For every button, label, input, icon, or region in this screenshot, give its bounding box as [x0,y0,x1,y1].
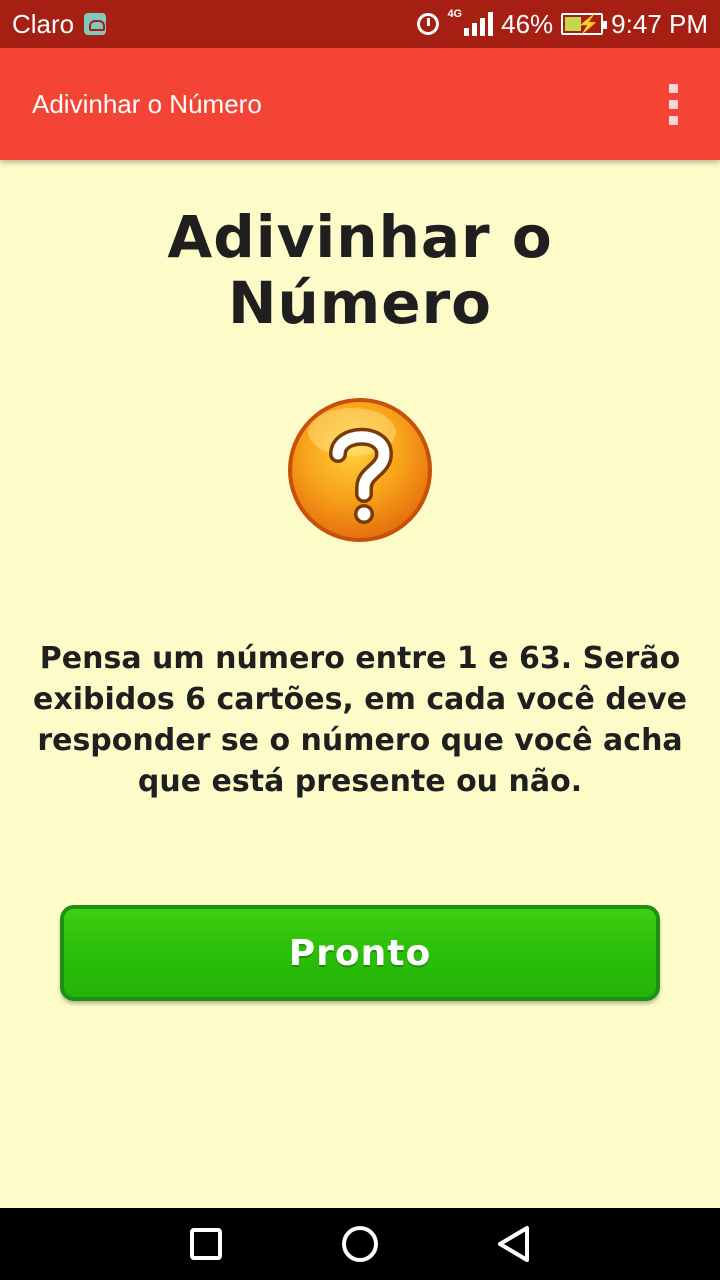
recent-apps-button[interactable] [184,1222,228,1266]
status-left: Claro [12,8,107,40]
app-bar: Adivinhar o Número [0,48,720,160]
android-debug-icon [84,13,107,35]
more-vert-icon[interactable] [659,78,688,131]
circle-icon [342,1226,378,1262]
ready-button-label: Pronto [288,932,432,974]
status-right: 4G 46% ⚡ 9:47 PM [417,8,708,40]
triangle-back-icon [498,1226,529,1262]
back-button[interactable] [492,1222,536,1266]
status-bar: Claro 4G 46% ⚡ 9:47 PM [0,0,720,48]
ready-button[interactable]: Pronto [60,905,660,1001]
question-mark-icon [288,398,432,542]
alarm-icon [417,13,440,35]
network-type-label: 4G [447,8,463,20]
clock: 9:47 PM [611,8,708,39]
navigation-bar [0,1208,720,1280]
battery-charging-icon: ⚡ [561,13,608,35]
page-title-line2: Número [227,269,493,337]
app-title: Adivinhar o Número [32,88,262,119]
battery-percent: 46% [501,8,554,39]
page-title: Adivinhar o Número [0,204,720,336]
main-content: Adivinhar o Número Pensa um número entre… [0,160,720,1208]
home-button[interactable] [338,1222,382,1266]
square-icon [190,1228,222,1260]
carrier-label: Claro [12,8,75,39]
instructions-text: Pensa um número entre 1 e 63. Serão exib… [33,641,687,799]
page-title-line1: Adivinhar o [167,203,553,271]
signal-icon [464,12,494,36]
